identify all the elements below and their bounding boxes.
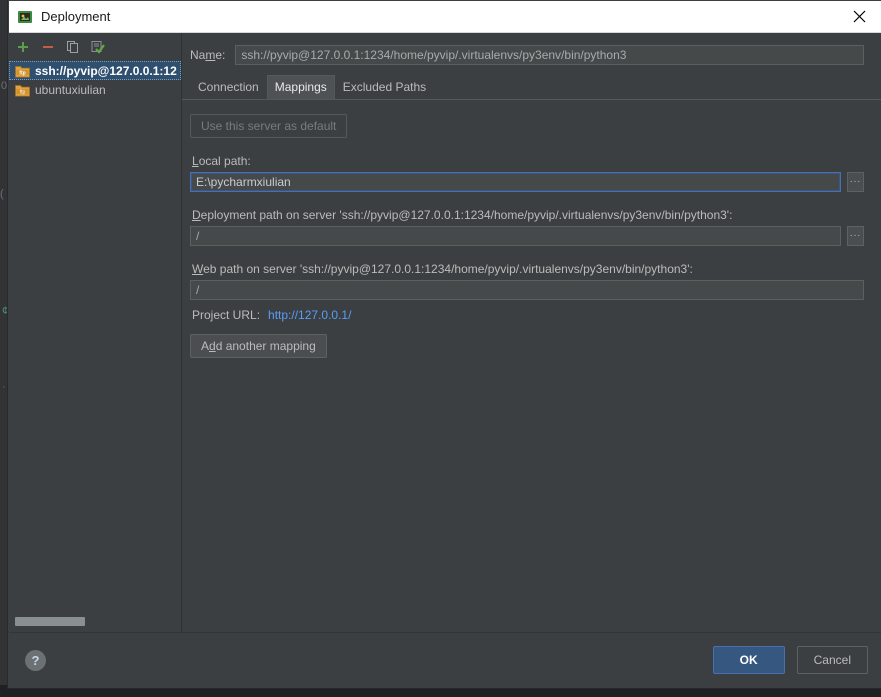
deployment-path-row: ... [190,226,864,246]
background-artifact-2: ( [0,188,4,200]
list-item[interactable]: ftp ssh://pyvip@127.0.0.1:12 [9,61,181,80]
scrollbar-thumb[interactable] [15,617,85,626]
web-path-label: Web path on server 'ssh://pyvip@127.0.0.… [192,262,693,276]
ftp-icon: ftp [15,83,30,97]
svg-text:ftp: ftp [20,89,26,95]
deployment-path-label-text: eployment path on server 'ssh://pyvip@12… [200,208,733,222]
dialog-titlebar: Deployment [9,1,881,33]
tab-connection[interactable]: Connection [190,75,267,99]
background-artifact-4: · [2,381,6,393]
deployment-dialog: Deployment ftp ssh://pyvip@127.0.0.1:12 … [8,0,881,688]
web-path-input[interactable] [190,280,864,300]
list-item[interactable]: ftp ubuntuxiulian [9,80,181,99]
list-item-label: ubuntuxiulian [35,82,106,97]
deployment-path-input[interactable] [190,226,841,246]
local-path-row: ... [190,172,864,192]
mappings-panel: Use this server as default Local path: .… [182,100,881,632]
add-another-mapping-button[interactable]: Add another mapping [190,334,327,358]
deployment-path-browse-button[interactable]: ... [847,226,864,246]
dialog-body: ftp ssh://pyvip@127.0.0.1:12 ftp ubuntux… [9,33,881,632]
tab-excluded-paths[interactable]: Excluded Paths [335,75,434,99]
background-ide-gutter [0,0,8,697]
project-url-link[interactable]: http://127.0.0.1/ [268,308,351,322]
local-path-label: Local path: [192,154,251,168]
close-icon[interactable] [836,1,881,32]
dialog-title: Deployment [41,9,111,24]
project-url-row: Project URL: http://127.0.0.1/ [192,308,864,322]
copy-server-button[interactable] [65,39,81,55]
local-path-input[interactable] [190,172,841,192]
name-label: Name: [190,48,226,62]
remove-server-button[interactable] [40,39,56,55]
tab-mappings[interactable]: Mappings [266,75,335,99]
project-url-label: Project URL: [192,308,261,322]
sidebar-toolbar [9,33,181,59]
ftp-icon: ftp [15,64,30,78]
deployment-icon [17,9,33,25]
cancel-button[interactable]: Cancel [796,646,868,674]
local-path-browse-button[interactable]: ... [847,172,864,192]
settings-pane: Name: Connection Mappings Excluded Paths… [182,33,881,632]
horizontal-scrollbar[interactable] [15,617,175,626]
green-check-icon[interactable] [90,39,106,55]
name-row: Name: [182,33,881,65]
server-sidebar: ftp ssh://pyvip@127.0.0.1:12 ftp ubuntux… [9,33,182,632]
name-input[interactable] [235,45,864,65]
use-server-as-default-button[interactable]: Use this server as default [190,114,348,138]
deployment-path-label: Deployment path on server 'ssh://pyvip@1… [192,208,733,222]
web-path-row [190,280,864,300]
background-artifact-0: 0 [1,80,8,92]
list-item-label: ssh://pyvip@127.0.0.1:12 [35,63,177,78]
add-server-button[interactable] [15,39,31,55]
dialog-footer: ? OK Cancel [9,632,881,687]
svg-text:ftp: ftp [19,70,25,76]
screen: 0 9 ( ¢ · Deployment [0,0,881,697]
help-icon[interactable]: ? [25,649,46,671]
web-path-label-text: eb path on server 'ssh://pyvip@127.0.0.1… [203,262,693,276]
tab-bar: Connection Mappings Excluded Paths [182,65,881,99]
server-list[interactable]: ftp ssh://pyvip@127.0.0.1:12 ftp ubuntux… [9,59,181,632]
ok-button[interactable]: OK [712,646,785,674]
